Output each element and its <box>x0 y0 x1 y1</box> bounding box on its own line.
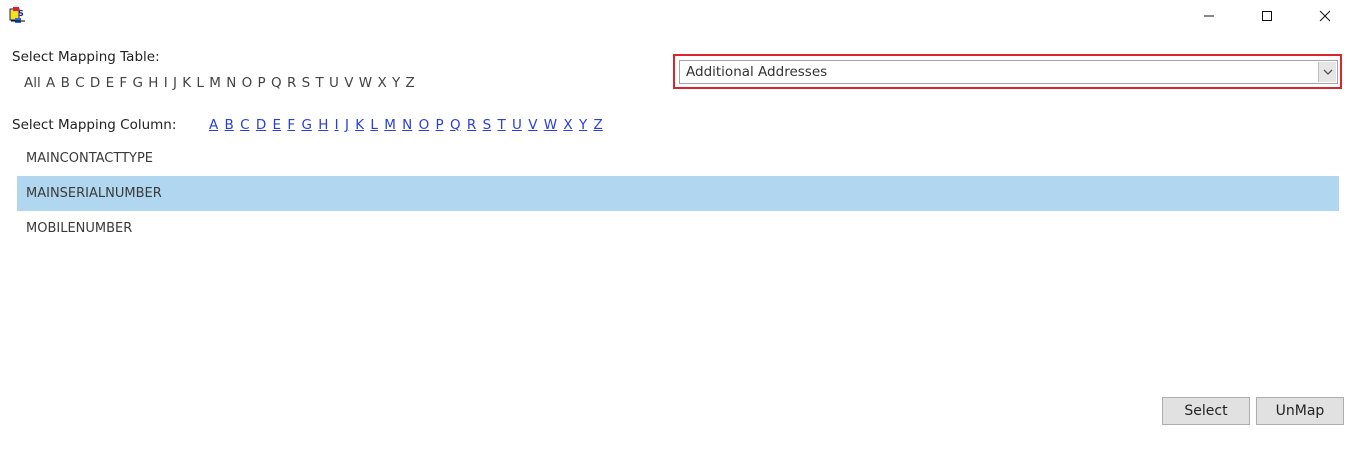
table-letter-j: J <box>172 75 177 91</box>
column-letter-link-o[interactable]: O <box>419 117 430 133</box>
column-letter-link-v[interactable]: V <box>528 117 537 133</box>
column-letter-link-e[interactable]: E <box>273 117 282 133</box>
column-letter-link-q[interactable]: Q <box>450 117 461 133</box>
column-letter-link-k[interactable]: K <box>355 117 364 133</box>
column-letter-link-z[interactable]: Z <box>593 117 602 133</box>
table-letter-n: N <box>226 75 237 91</box>
table-letter-k: K <box>182 75 192 91</box>
app-icon: S <box>9 6 29 24</box>
mapping-column-letter-links: ABCDEFGHIJKLMNOPQRSTUVWXYZ <box>209 117 609 133</box>
list-item[interactable]: MAINCONTACTTYPE <box>17 141 1339 176</box>
column-letter-link-f[interactable]: F <box>287 117 295 133</box>
column-letter-link-y[interactable]: Y <box>579 117 587 133</box>
table-letter-h: H <box>148 75 159 91</box>
column-letter-link-d[interactable]: D <box>256 117 266 133</box>
table-letter-all: All <box>24 75 41 91</box>
table-letter-g: G <box>132 75 143 91</box>
column-letter-link-i[interactable]: I <box>335 117 339 133</box>
chevron-down-icon <box>1323 69 1332 75</box>
table-letter-v: V <box>344 75 354 91</box>
close-button[interactable] <box>1302 0 1348 32</box>
column-letter-link-n[interactable]: N <box>402 117 412 133</box>
column-letter-link-m[interactable]: M <box>384 117 396 133</box>
table-letter-z: Z <box>405 75 415 91</box>
column-letter-link-g[interactable]: G <box>301 117 311 133</box>
maximize-icon <box>1262 11 1272 21</box>
column-letter-link-b[interactable]: B <box>225 117 234 133</box>
column-letter-link-h[interactable]: H <box>318 117 328 133</box>
table-letter-x: X <box>377 75 387 91</box>
dropdown-button[interactable] <box>1318 62 1336 82</box>
mapping-column-label: Select Mapping Column: <box>12 117 177 133</box>
table-letter-l: L <box>196 75 204 91</box>
table-letter-u: U <box>329 75 339 91</box>
column-letter-link-c[interactable]: C <box>240 117 249 133</box>
column-letter-link-l[interactable]: L <box>370 117 378 133</box>
column-letter-link-j[interactable]: J <box>345 117 349 133</box>
column-letter-link-x[interactable]: X <box>563 117 572 133</box>
table-letter-d: D <box>89 75 101 91</box>
select-button[interactable]: Select <box>1162 397 1250 425</box>
table-letter-y: Y <box>391 75 401 91</box>
table-letter-q: Q <box>271 75 282 91</box>
mapping-column-list: MAINCONTACTTYPE MAINSERIALNUMBER MOBILENUM… <box>17 141 1339 246</box>
column-letter-link-t[interactable]: T <box>497 117 505 133</box>
table-letter-r: R <box>286 75 297 91</box>
mapping-table-dropdown[interactable]: Additional Addresses <box>679 60 1338 84</box>
list-item[interactable]: MOBILENUMBER <box>17 211 1339 246</box>
unmap-button[interactable]: UnMap <box>1256 397 1344 425</box>
mapping-table-label: Select Mapping Table: <box>12 49 160 65</box>
minimize-button[interactable] <box>1186 0 1232 32</box>
table-letter-s: S <box>301 75 311 91</box>
column-letter-link-a[interactable]: A <box>209 117 218 133</box>
mapping-table-letter-filter: All A B C D E F G H I J K L M N O P Q R S T U V W X Y Z <box>24 75 420 91</box>
table-letter-t: T <box>315 75 324 91</box>
table-letter-e: E <box>105 75 115 91</box>
table-letter-o: O <box>241 75 253 91</box>
table-letter-c: C <box>75 75 85 91</box>
table-letter-b: B <box>60 75 70 91</box>
column-letter-link-p[interactable]: P <box>436 117 444 133</box>
maximize-button[interactable] <box>1244 0 1290 32</box>
list-item[interactable]: MAINSERIALNUMBER <box>17 176 1339 211</box>
column-letter-link-s[interactable]: S <box>483 117 492 133</box>
svg-text:S: S <box>18 9 24 18</box>
table-letter-a: A <box>46 75 56 91</box>
table-letter-w: W <box>358 75 373 91</box>
table-letter-i: I <box>163 75 168 91</box>
column-letter-link-u[interactable]: U <box>512 117 522 133</box>
mapping-table-selected-value: Additional Addresses <box>686 64 828 80</box>
column-letter-link-r[interactable]: R <box>467 117 476 133</box>
close-icon <box>1319 10 1331 22</box>
table-letter-p: P <box>257 75 266 91</box>
table-letter-m: M <box>209 75 221 91</box>
minimize-icon <box>1204 15 1214 17</box>
table-letter-f: F <box>119 75 128 91</box>
column-letter-link-w[interactable]: W <box>544 117 557 133</box>
